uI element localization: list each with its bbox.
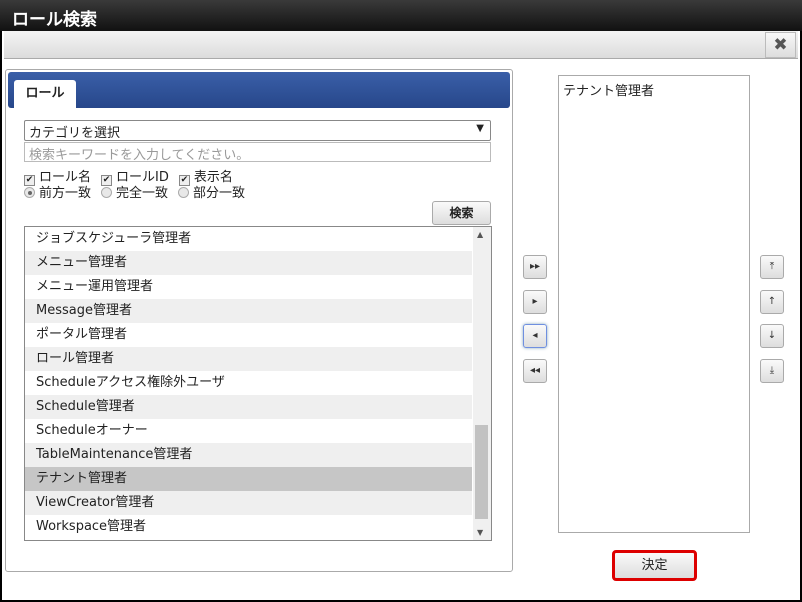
list-item[interactable]: メニュー運用管理者 xyxy=(25,275,472,299)
list-item[interactable]: TableMaintenance管理者 xyxy=(25,443,472,467)
move-bottom-icon: ⤓ xyxy=(769,365,775,376)
category-select-value: カテゴリを選択 xyxy=(29,126,121,141)
list-item[interactable]: Message管理者 xyxy=(25,299,472,323)
ok-button[interactable]: 決定 xyxy=(612,550,697,581)
move-down-button[interactable]: ↓ xyxy=(760,324,784,348)
search-button[interactable]: 検索 xyxy=(432,201,491,225)
list-item[interactable]: テナント管理者 xyxy=(25,467,472,491)
tab-role[interactable]: ロール xyxy=(14,80,76,110)
list-item[interactable]: ViewCreator管理者 xyxy=(25,491,472,515)
close-button[interactable]: ✖ xyxy=(765,32,796,58)
move-up-button[interactable]: ↑ xyxy=(760,290,784,314)
list-item[interactable]: Scheduleオーナー xyxy=(25,419,472,443)
remove-icon: ◂ xyxy=(532,330,538,341)
search-panel: ロール カテゴリを選択 ▼ 検索キーワードを入力してください。 ✔ ロール名 ✔ ロー… xyxy=(5,69,513,572)
radio-icon xyxy=(178,187,190,198)
radio-label: 前方一致 xyxy=(39,186,92,201)
add-all-icon: ▸▸ xyxy=(529,261,541,272)
radio-label: 部分一致 xyxy=(193,186,246,201)
list-item[interactable]: ポータル管理者 xyxy=(25,323,472,347)
list-scrollbar[interactable]: ▲ ▼ xyxy=(473,227,491,540)
available-roles-list[interactable]: ジョブスケジューラ管理者 メニュー管理者 メニュー運用管理者 Message管理者 ポー… xyxy=(24,226,492,541)
list-item[interactable]: テナント管理者 xyxy=(563,80,745,99)
radio-label: 完全一致 xyxy=(116,186,169,201)
scrollbar-thumb[interactable] xyxy=(475,425,488,519)
match-mode-radios: 前方一致 完全一致 部分一致 xyxy=(24,182,245,201)
remove-all-icon: ◂◂ xyxy=(529,365,541,376)
remove-all-button[interactable]: ◂◂ xyxy=(523,359,547,383)
move-up-icon: ↑ xyxy=(767,296,777,307)
list-item[interactable]: Scheduleアクセス権除外ユーザ xyxy=(25,371,472,395)
scroll-down-icon[interactable]: ▼ xyxy=(477,528,483,537)
move-bottom-button[interactable]: ⤓ xyxy=(760,359,784,383)
dialog-toolbar: ✖ xyxy=(4,31,798,59)
radio-prefix-match[interactable]: 前方一致 xyxy=(24,182,91,201)
add-button[interactable]: ▸ xyxy=(523,290,547,314)
dialog-title: ロール検索 xyxy=(0,0,802,31)
remove-button[interactable]: ◂ xyxy=(523,324,547,348)
list-item[interactable]: ジョブスケジューラ管理者 xyxy=(25,227,472,251)
radio-icon xyxy=(101,187,113,198)
keyword-input[interactable]: 検索キーワードを入力してください。 xyxy=(24,142,491,163)
add-icon: ▸ xyxy=(532,296,538,307)
list-item[interactable]: メニュー管理者 xyxy=(25,251,472,275)
category-select[interactable]: カテゴリを選択 ▼ xyxy=(24,120,491,141)
radio-selected-icon xyxy=(24,187,35,198)
list-item[interactable]: ロール管理者 xyxy=(25,347,472,371)
selected-roles-list[interactable]: テナント管理者 xyxy=(558,75,750,533)
move-top-button[interactable]: ⤒ xyxy=(760,255,784,279)
list-item[interactable]: Workspace管理者 xyxy=(25,515,472,539)
tab-bar: ロール xyxy=(8,72,510,110)
dropdown-arrow-icon: ▼ xyxy=(476,123,484,134)
radio-partial-match[interactable]: 部分一致 xyxy=(178,182,245,201)
radio-exact-match[interactable]: 完全一致 xyxy=(101,182,168,201)
move-top-icon: ⤒ xyxy=(769,261,775,272)
list-item[interactable]: Schedule管理者 xyxy=(25,395,472,419)
add-all-button[interactable]: ▸▸ xyxy=(523,255,547,279)
scroll-up-icon[interactable]: ▲ xyxy=(477,230,483,239)
move-down-icon: ↓ xyxy=(767,330,777,341)
